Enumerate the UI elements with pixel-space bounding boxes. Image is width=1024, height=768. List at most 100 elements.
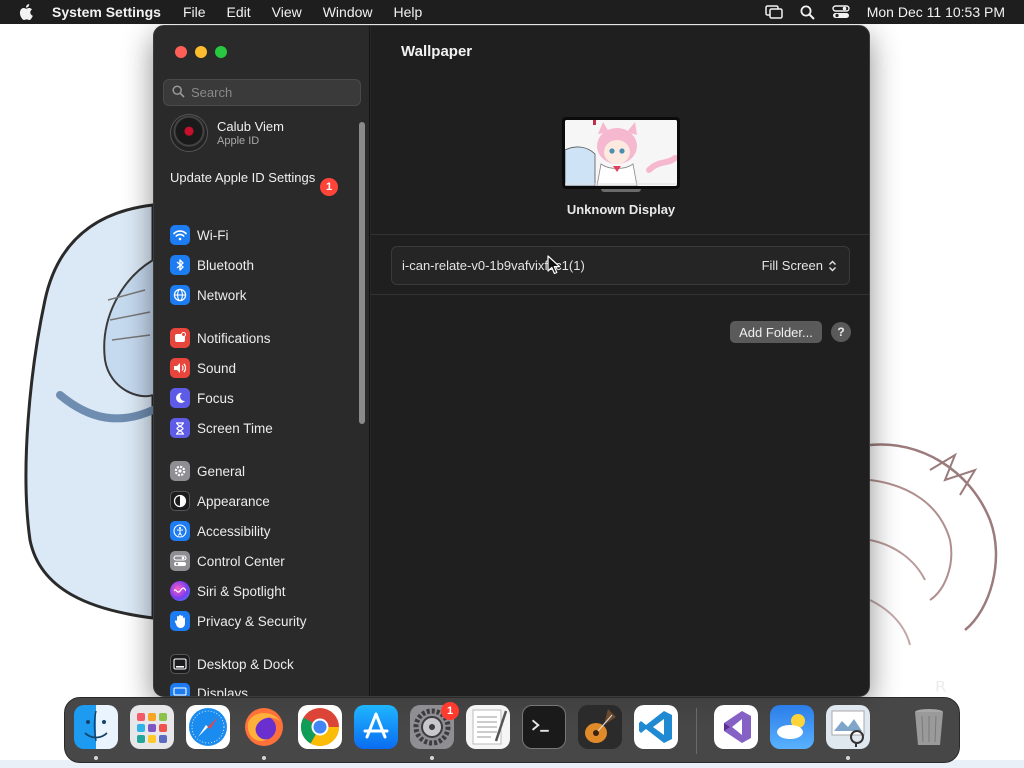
sidebar-label-bluetooth: Bluetooth — [197, 257, 255, 273]
dock-terminal[interactable] — [522, 705, 566, 749]
dock-app-store[interactable] — [354, 705, 398, 749]
display-stand — [601, 189, 641, 192]
wallpaper-preview-image — [565, 120, 677, 186]
account-name: Calub Viem — [217, 119, 284, 134]
account-subtitle: Apple ID — [217, 135, 260, 147]
sidebar: Search Calub Viem Apple ID Update Apple … — [154, 26, 370, 696]
menu-app-name[interactable]: System Settings — [52, 4, 161, 20]
menu-help[interactable]: Help — [394, 4, 423, 20]
control-center-icon — [170, 551, 190, 571]
running-indicator — [94, 756, 98, 760]
display-preview[interactable] — [562, 117, 680, 189]
menu-view[interactable]: View — [272, 4, 302, 20]
dock-finder[interactable] — [74, 705, 118, 749]
page-title: Wallpaper — [401, 43, 473, 60]
garageband-icon — [585, 709, 616, 743]
preview-icon — [831, 710, 865, 747]
wallpaper-row[interactable]: i-can-relate-v0-1b9vafvixf2c1(1) Fill Sc… — [391, 246, 850, 285]
screen-time-hourglass-icon — [170, 418, 190, 438]
dock-textedit[interactable] — [466, 705, 510, 749]
sidebar-item-sound[interactable]: Sound — [170, 357, 236, 379]
sidebar-item-network[interactable]: Network — [170, 284, 247, 306]
menu-file[interactable]: File — [183, 4, 206, 20]
sidebar-item-screen-time[interactable]: Screen Time — [170, 417, 273, 439]
sidebar-list: Calub Viem Apple ID Update Apple ID Sett… — [154, 114, 359, 696]
screen-mirroring-icon[interactable] — [764, 5, 783, 19]
bluetooth-icon — [170, 255, 190, 275]
sidebar-item-control-center[interactable]: Control Center — [170, 550, 285, 572]
sidebar-item-appearance[interactable]: Appearance — [170, 490, 270, 512]
sidebar-item-bluetooth[interactable]: Bluetooth — [170, 254, 254, 276]
search-field[interactable]: Search — [163, 79, 361, 106]
finder-icon — [84, 710, 108, 742]
running-indicator — [846, 756, 850, 760]
mouse-pointer-icon — [547, 255, 561, 275]
wallpaper-pane: Wallpaper Unknown Display i-can-relate-v… — [371, 26, 869, 696]
launchpad-icon — [137, 713, 167, 743]
appearance-icon — [170, 491, 190, 511]
sidebar-item-privacy-security[interactable]: Privacy & Security — [170, 610, 307, 632]
sidebar-label-privacy-security: Privacy & Security — [197, 613, 307, 629]
window-controls — [175, 46, 227, 58]
zoom-window-button[interactable] — [215, 46, 227, 58]
sidebar-item-wifi[interactable]: Wi-Fi — [170, 224, 228, 246]
terminal-icon — [531, 719, 549, 732]
sound-icon — [170, 358, 190, 378]
textedit-icon — [472, 709, 508, 745]
sidebar-item-notifications[interactable]: Notifications — [170, 327, 271, 349]
sidebar-label-focus: Focus — [197, 390, 234, 406]
dock-garageband[interactable] — [578, 705, 622, 749]
menu-clock[interactable]: Mon Dec 11 10:53 PM — [867, 4, 1005, 20]
sidebar-scrollbar-thumb[interactable] — [359, 122, 365, 424]
sidebar-label-general: General — [197, 463, 246, 479]
dock-chrome[interactable] — [298, 705, 342, 749]
fill-mode-value: Fill Screen — [761, 258, 823, 273]
sidebar-label-screen-time: Screen Time — [197, 420, 273, 436]
help-button[interactable]: ? — [831, 322, 851, 342]
sidebar-label-appearance: Appearance — [197, 493, 270, 509]
network-globe-icon — [170, 285, 190, 305]
close-window-button[interactable] — [175, 46, 187, 58]
dock-safari[interactable] — [186, 705, 230, 749]
running-indicator — [430, 756, 434, 760]
sidebar-item-general[interactable]: General — [170, 460, 245, 482]
privacy-hand-icon — [170, 611, 190, 631]
update-badge: 1 — [320, 178, 338, 196]
search-icon — [172, 84, 185, 101]
sidebar-item-accessibility[interactable]: Accessibility — [170, 520, 271, 542]
apple-menu-icon[interactable] — [0, 4, 52, 20]
sidebar-label-siri-spotlight: Siri & Spotlight — [197, 583, 286, 599]
sidebar-label-accessibility: Accessibility — [197, 523, 271, 539]
dock-visual-studio[interactable] — [714, 705, 758, 749]
dock-vscode[interactable] — [634, 705, 678, 749]
spotlight-search-icon[interactable] — [800, 5, 815, 20]
weather-icon — [777, 714, 805, 739]
firefox-icon — [245, 708, 283, 746]
apple-id-account[interactable]: Calub Viem Apple ID — [170, 114, 284, 152]
divider — [371, 234, 869, 235]
sidebar-item-displays[interactable]: Displays — [170, 682, 248, 696]
sidebar-item-focus[interactable]: Focus — [170, 387, 234, 409]
dock-launchpad[interactable] — [130, 705, 174, 749]
minimize-window-button[interactable] — [195, 46, 207, 58]
control-center-icon[interactable] — [832, 5, 850, 19]
dock-firefox[interactable] — [242, 705, 286, 749]
display-name: Unknown Display — [566, 202, 676, 217]
add-folder-button[interactable]: Add Folder... — [730, 321, 822, 343]
fill-mode-popup[interactable]: Fill Screen — [762, 258, 837, 273]
sidebar-label-desktop-dock: Desktop & Dock — [197, 656, 294, 672]
desktop-dock-icon — [170, 654, 190, 674]
menu-bar: System Settings File Edit View Window He… — [0, 0, 1024, 24]
update-apple-id-settings[interactable]: Update Apple ID Settings — [170, 170, 340, 186]
avatar — [170, 114, 208, 152]
sidebar-item-desktop-dock[interactable]: Desktop & Dock — [170, 653, 294, 675]
focus-moon-icon — [170, 388, 190, 408]
menu-edit[interactable]: Edit — [227, 4, 251, 20]
general-gear-icon — [170, 461, 190, 481]
running-indicator — [262, 756, 266, 760]
menu-window[interactable]: Window — [323, 4, 373, 20]
dock-preview[interactable] — [826, 705, 870, 749]
sidebar-item-siri-spotlight[interactable]: Siri & Spotlight — [170, 580, 286, 602]
dock-weather[interactable] — [770, 705, 814, 749]
dock-trash[interactable] — [907, 705, 951, 749]
